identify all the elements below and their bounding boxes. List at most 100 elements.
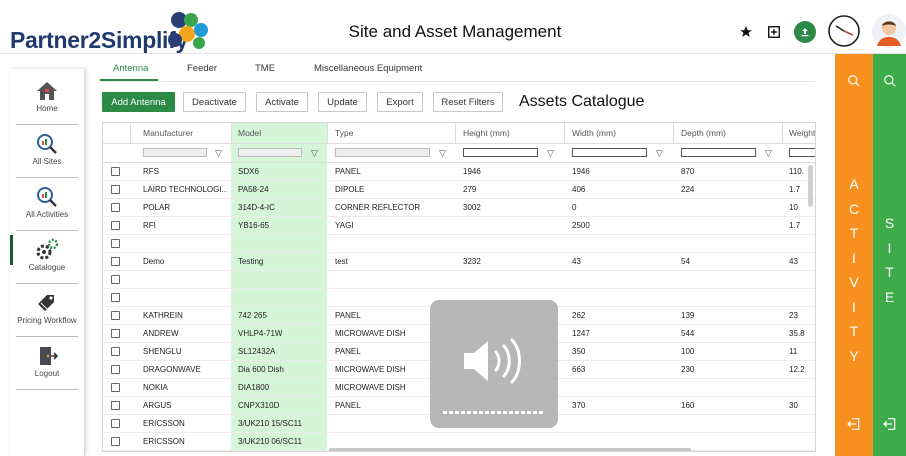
filter-icon[interactable]: ▽ <box>311 148 318 159</box>
column-header-weight[interactable]: Weight <box>789 128 815 138</box>
filter-input-model[interactable] <box>238 148 302 157</box>
sidebar-item-all-activities[interactable]: All Activities <box>16 178 78 231</box>
cell-model: Dia 600 Dish <box>238 365 284 374</box>
filter-input-manufacturer[interactable] <box>143 148 207 157</box>
sidebar-item-catalogue[interactable]: Catalogue <box>16 231 78 284</box>
row-checkbox[interactable] <box>111 347 120 356</box>
cell-model: 3/UK210 06/SC11 <box>238 437 302 446</box>
volume-segment <box>533 411 537 414</box>
cell-width: 1247 <box>572 329 590 338</box>
row-checkbox[interactable] <box>111 257 120 266</box>
column-header-width[interactable]: Width (mm) <box>572 128 616 138</box>
table-row[interactable] <box>103 235 815 253</box>
reset-filters-button[interactable]: Reset Filters <box>433 92 503 112</box>
row-checkbox[interactable] <box>111 293 120 302</box>
gears-icon <box>36 238 59 260</box>
exit-icon[interactable] <box>846 416 862 432</box>
table-row[interactable]: Demo Testing test 3232 43 54 43 <box>103 253 815 271</box>
filter-icon[interactable]: ▽ <box>439 148 446 159</box>
cell-width: 262 <box>572 311 586 320</box>
filter-icon[interactable]: ▽ <box>547 148 554 159</box>
column-header-model[interactable]: Model <box>238 128 261 138</box>
table-row[interactable] <box>103 271 815 289</box>
volume-segment <box>461 411 465 414</box>
cell-manufacturer: ANDREW <box>143 329 179 338</box>
cell-model: SDX6 <box>238 167 259 176</box>
filter-icon[interactable]: ▽ <box>765 148 772 159</box>
cell-width: 663 <box>572 365 586 374</box>
activity-panel[interactable]: ACTIVITY <box>835 54 873 456</box>
column-header-manufacturer[interactable]: Manufacturer <box>143 128 193 138</box>
sidebar-item-home[interactable]: Home <box>16 72 78 125</box>
upload-icon[interactable] <box>794 21 816 43</box>
volume-segment <box>485 411 489 414</box>
cell-manufacturer: ARGUS <box>143 401 172 410</box>
volume-segment <box>509 411 513 414</box>
sidebar-item-label: Logout <box>34 369 60 378</box>
search-icon[interactable] <box>847 74 861 88</box>
update-button[interactable]: Update <box>318 92 367 112</box>
add-box-icon[interactable] <box>766 24 782 40</box>
volume-segment <box>473 411 477 414</box>
tab-tme[interactable]: TME <box>255 63 275 74</box>
column-header-depth[interactable]: Depth (mm) <box>681 128 726 138</box>
tab-feeder[interactable]: Feeder <box>187 63 217 74</box>
row-checkbox[interactable] <box>111 311 120 320</box>
tab-miscellaneous-equipment[interactable]: Miscellaneous Equipment <box>314 63 422 74</box>
vertical-scrollbar[interactable] <box>808 165 813 207</box>
tabs-divider <box>100 81 815 82</box>
sidebar-item-all-sites[interactable]: All Sites <box>16 125 78 178</box>
exit-icon[interactable] <box>882 416 898 432</box>
table-row[interactable]: RFI YB16-65 YAGI 2500 1.7 <box>103 217 815 235</box>
user-avatar[interactable] <box>871 13 906 49</box>
filter-input-width[interactable] <box>572 148 647 157</box>
catalogue-title: Assets Catalogue <box>519 93 645 110</box>
horizontal-scrollbar[interactable] <box>329 448 691 451</box>
row-checkbox[interactable] <box>111 185 120 194</box>
cell-type: CORNER REFLECTOR <box>335 203 421 212</box>
star-icon[interactable] <box>738 24 754 40</box>
filter-input-depth[interactable] <box>681 148 756 157</box>
filter-input-height[interactable] <box>463 148 538 157</box>
sidebar-item-label: Home <box>36 104 58 113</box>
table-row[interactable]: RFS SDX6 PANEL 1946 1946 870 110. <box>103 163 815 181</box>
cell-width: 406 <box>572 185 586 194</box>
add-antenna-button[interactable]: Add Antenna <box>102 92 175 112</box>
row-checkbox[interactable] <box>111 329 120 338</box>
sidebar-item-logout[interactable]: Logout <box>16 337 78 390</box>
cell-model: 3/UK210 15/SC11 <box>238 419 302 428</box>
volume-segment <box>497 411 501 414</box>
cell-manufacturer: Demo <box>143 257 165 266</box>
row-checkbox[interactable] <box>111 419 120 428</box>
row-checkbox[interactable] <box>111 221 120 230</box>
row-checkbox[interactable] <box>111 401 120 410</box>
sidebar-item-pricing-workflow[interactable]: Pricing Workflow <box>16 284 78 337</box>
column-header-height[interactable]: Height (mm) <box>463 128 510 138</box>
filter-icon[interactable]: ▽ <box>656 148 663 159</box>
sidebar: Home All Sites All Activities Catalogue … <box>10 69 85 456</box>
cell-width: 370 <box>572 401 586 410</box>
activate-button[interactable]: Activate <box>256 92 308 112</box>
deactivate-button[interactable]: Deactivate <box>183 92 246 112</box>
filter-input-weight[interactable] <box>789 148 815 157</box>
row-checkbox[interactable] <box>111 275 120 284</box>
filter-icon[interactable]: ▽ <box>215 148 222 159</box>
row-checkbox[interactable] <box>111 365 120 374</box>
clock-icon[interactable] <box>827 14 861 48</box>
tab-antenna[interactable]: Antenna <box>113 63 148 74</box>
table-row[interactable]: LAIRD TECHNOLOGI... PA58-24 DIPOLE 279 406 22… <box>103 181 815 199</box>
row-checkbox[interactable] <box>111 383 120 392</box>
column-header-type[interactable]: Type <box>335 128 353 138</box>
row-checkbox[interactable] <box>111 239 120 248</box>
table-row[interactable]: POLAR 314D-4-IC CORNER REFLECTOR 3002 0 10 <box>103 199 815 217</box>
site-panel[interactable]: SITE <box>873 54 906 456</box>
cell-manufacturer: SHENGLU <box>143 347 182 356</box>
row-checkbox[interactable] <box>111 203 120 212</box>
export-button[interactable]: Export <box>377 92 423 112</box>
search-icon[interactable] <box>883 74 897 88</box>
row-checkbox[interactable] <box>111 167 120 176</box>
cell-weight: 35.8 <box>789 329 805 338</box>
filter-input-type[interactable] <box>335 148 430 157</box>
row-checkbox[interactable] <box>111 437 120 446</box>
sidebar-active-indicator <box>10 235 13 265</box>
